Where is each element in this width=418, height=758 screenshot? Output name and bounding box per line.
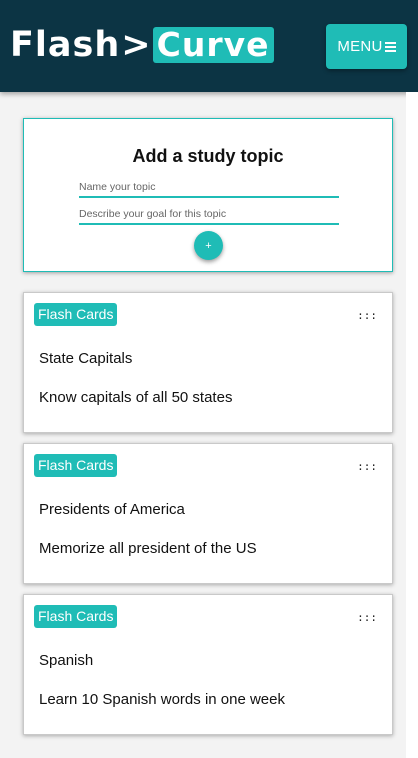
drag-handle-icon[interactable]: ::: xyxy=(357,611,377,624)
flash-cards-badge[interactable]: Flash Cards xyxy=(34,303,118,326)
add-topic-title: Add a study topic xyxy=(132,146,284,166)
add-topic-card: Add a study topic + xyxy=(23,118,393,272)
logo-text-curve: Curve xyxy=(152,27,274,63)
topic-goal: Learn 10 Spanish words in one week xyxy=(39,691,285,708)
topic-goal: Know capitals of all 50 states xyxy=(39,389,233,406)
logo-arrow: > xyxy=(121,25,151,65)
flash-cards-badge[interactable]: Flash Cards xyxy=(34,605,118,628)
topic-card[interactable]: Flash Cards ::: Spanish Learn 10 Spanish… xyxy=(23,594,393,735)
hamburger-icon xyxy=(384,41,396,52)
app-header: Flash > Curve MENU xyxy=(0,0,418,92)
plus-icon: + xyxy=(205,239,212,252)
topic-card[interactable]: Flash Cards ::: State Capitals Know capi… xyxy=(23,292,393,433)
topic-goal: Memorize all president of the US xyxy=(39,540,257,557)
topic-card[interactable]: Flash Cards ::: Presidents of America Me… xyxy=(23,443,393,584)
drag-handle-icon[interactable]: ::: xyxy=(357,309,377,322)
flashcurve-logo[interactable]: Flash > Curve xyxy=(10,27,274,63)
drag-handle-icon[interactable]: ::: xyxy=(357,460,377,473)
topic-name: State Capitals xyxy=(39,350,133,367)
menu-button[interactable]: MENU xyxy=(326,24,407,69)
menu-button-label: MENU xyxy=(337,38,383,55)
topic-name: Spanish xyxy=(39,652,94,669)
page-edge xyxy=(406,92,418,758)
flash-cards-badge[interactable]: Flash Cards xyxy=(34,454,118,477)
topic-name: Presidents of America xyxy=(39,501,185,518)
topic-name-input[interactable] xyxy=(79,180,339,198)
topic-goal-input[interactable] xyxy=(79,207,339,225)
logo-text-flash: Flash xyxy=(10,25,121,65)
add-topic-button[interactable]: + xyxy=(194,231,223,260)
